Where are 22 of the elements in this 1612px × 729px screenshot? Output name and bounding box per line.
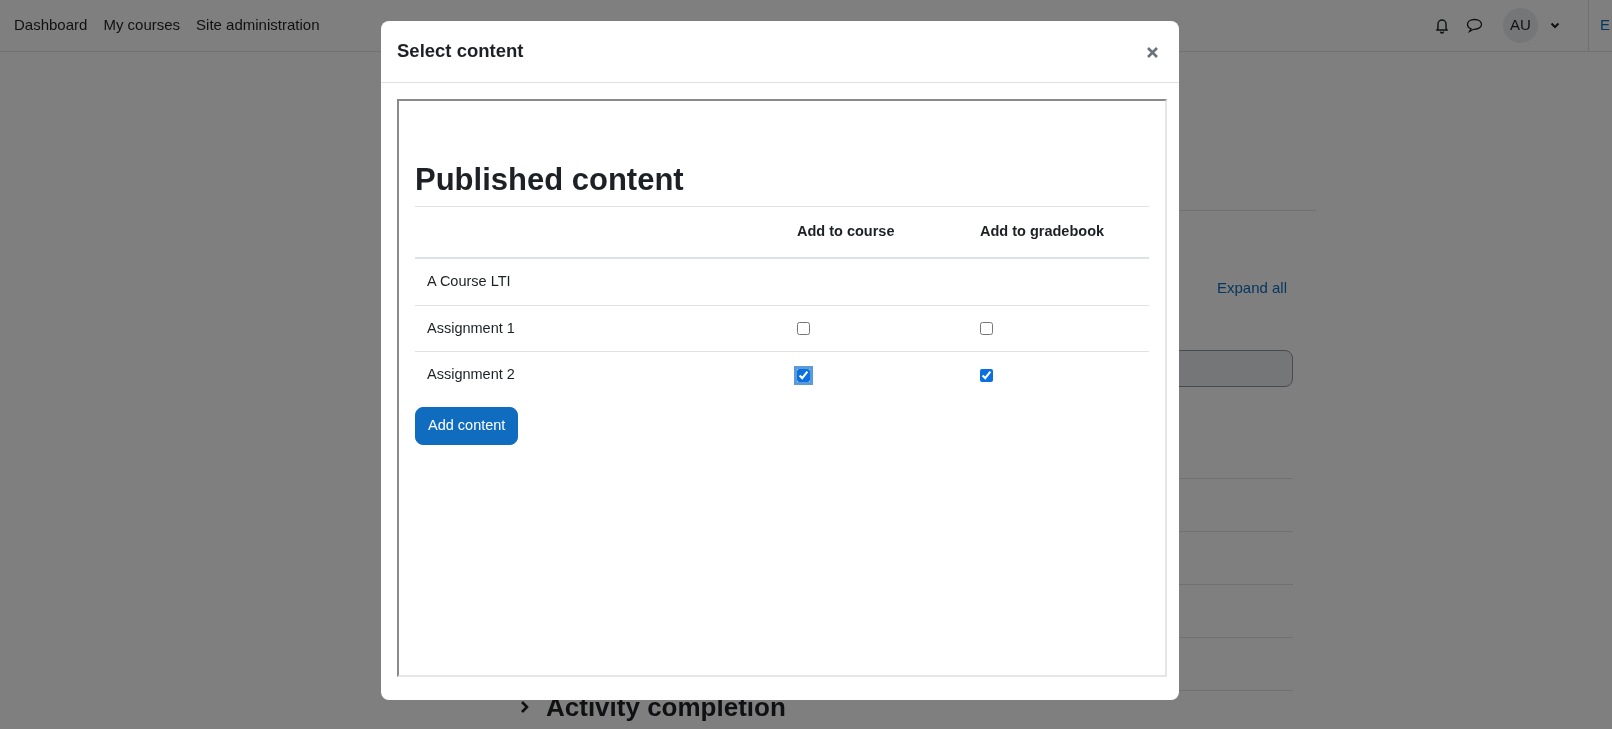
column-header: Add to gradebook [968, 206, 1149, 258]
activity-name: Assignment 1 [415, 305, 785, 352]
checkbox[interactable] [797, 322, 810, 336]
nav-link[interactable]: Site administration [196, 14, 320, 37]
nav-link[interactable]: E [1600, 14, 1610, 37]
column-header: Add to course [785, 206, 968, 258]
close-icon [1146, 46, 1159, 60]
activity-name: Assignment 2 [415, 351, 785, 399]
user-avatar[interactable]: AU [1503, 8, 1538, 43]
chat-icon[interactable] [1466, 18, 1483, 33]
add-content-button[interactable]: Add content [415, 407, 519, 445]
bell-icon[interactable] [1434, 17, 1450, 34]
content-heading: Published content [415, 161, 685, 199]
caret-icon[interactable] [1550, 22, 1560, 29]
checkbox[interactable] [980, 369, 993, 383]
checkbox[interactable] [980, 322, 993, 336]
expand-all-link[interactable]: Expand all [1216, 277, 1287, 300]
modal-title: Select content [397, 40, 524, 63]
nav-link[interactable]: Dashboard [14, 14, 88, 37]
checkbox[interactable] [797, 369, 810, 383]
course-name: A Course LTI [415, 257, 785, 306]
nav-link[interactable]: My courses [103, 14, 181, 37]
